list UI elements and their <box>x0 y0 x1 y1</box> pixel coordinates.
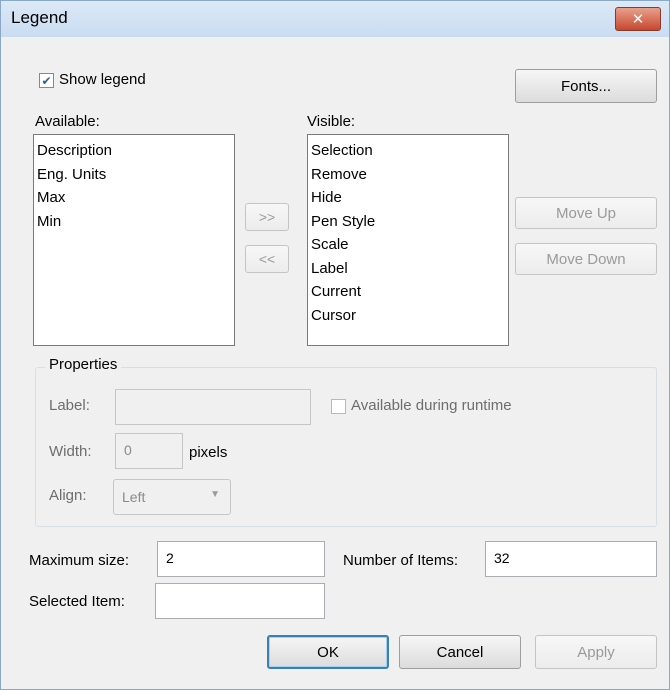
legend-dialog: Legend ✕ ✔ Show legend Fonts... Availabl… <box>0 0 670 690</box>
list-item[interactable]: Pen Style <box>311 210 505 234</box>
available-list[interactable]: Description Eng. Units Max Min <box>33 134 235 346</box>
list-item[interactable]: Min <box>37 210 231 234</box>
align-select[interactable]: Left ▼ <box>113 479 231 515</box>
number-of-items-label: Number of Items: <box>343 552 459 569</box>
list-item[interactable]: Remove <box>311 163 505 187</box>
fonts-button[interactable]: Fonts... <box>515 69 657 103</box>
move-right-button[interactable]: >> <box>245 203 289 231</box>
apply-button[interactable]: Apply <box>535 635 657 669</box>
move-down-button[interactable]: Move Down <box>515 243 657 275</box>
properties-title: Properties <box>45 356 122 373</box>
visible-label: Visible: <box>307 113 356 130</box>
available-label: Available: <box>35 113 100 130</box>
close-icon: ✕ <box>631 11 645 28</box>
label-input[interactable] <box>115 389 311 425</box>
list-item[interactable]: Scale <box>311 233 505 257</box>
width-input[interactable]: 0 <box>115 433 183 469</box>
show-legend-label: Show legend <box>59 71 146 88</box>
list-item[interactable]: Cursor <box>311 304 505 328</box>
list-item[interactable]: Selection <box>311 139 505 163</box>
width-label: Width: <box>49 443 92 460</box>
list-item[interactable]: Eng. Units <box>37 163 231 187</box>
maximum-size-label: Maximum size: <box>29 552 130 569</box>
selected-item-label: Selected Item: <box>29 593 125 610</box>
show-legend-checkbox[interactable]: ✔ <box>39 73 54 88</box>
selected-item-input[interactable] <box>155 583 325 619</box>
maximum-size-input[interactable]: 2 <box>157 541 325 577</box>
visible-list[interactable]: Selection Remove Hide Pen Style Scale La… <box>307 134 509 346</box>
dialog-title: Legend <box>11 8 68 27</box>
align-label: Align: <box>49 487 87 504</box>
move-left-button[interactable]: << <box>245 245 289 273</box>
checkmark-icon: ✔ <box>41 73 52 88</box>
list-item[interactable]: Label <box>311 257 505 281</box>
list-item[interactable]: Description <box>37 139 231 163</box>
chevron-down-icon: ▼ <box>210 489 220 500</box>
list-item[interactable]: Hide <box>311 186 505 210</box>
title-bar: Legend ✕ <box>1 1 669 37</box>
list-item[interactable]: Current <box>311 280 505 304</box>
available-runtime-checkbox[interactable] <box>331 399 346 414</box>
label-field-label: Label: <box>49 397 90 414</box>
number-of-items-input[interactable]: 32 <box>485 541 657 577</box>
cancel-button[interactable]: Cancel <box>399 635 521 669</box>
list-item[interactable]: Max <box>37 186 231 210</box>
close-button[interactable]: ✕ <box>615 7 661 31</box>
move-up-button[interactable]: Move Up <box>515 197 657 229</box>
width-unit-label: pixels <box>189 444 228 461</box>
available-runtime-label: Available during runtime <box>351 397 512 414</box>
ok-button[interactable]: OK <box>267 635 389 669</box>
align-value: Left <box>122 489 146 505</box>
